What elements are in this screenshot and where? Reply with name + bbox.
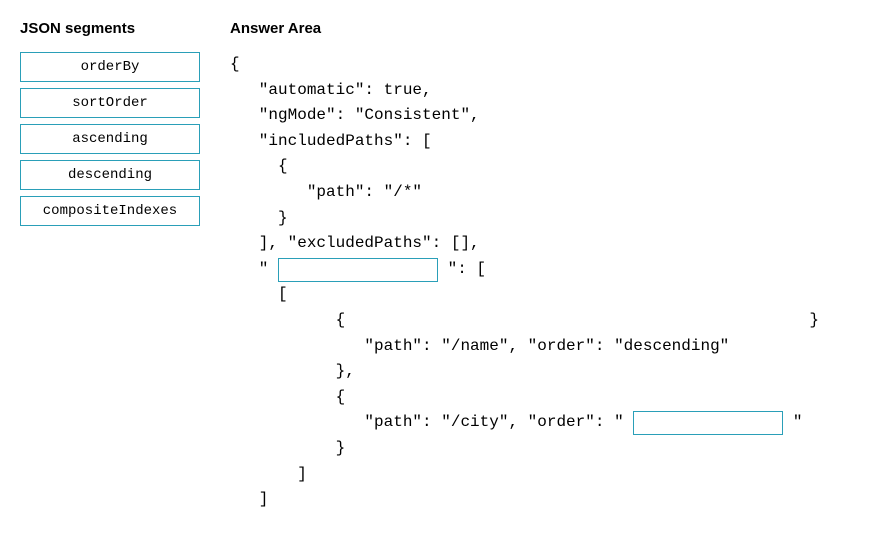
code-line: ], "excludedPaths": [],	[230, 231, 859, 257]
segment-descending[interactable]: descending	[20, 160, 200, 190]
drop-target-1[interactable]	[278, 258, 438, 282]
code-text: {	[230, 308, 345, 334]
drop-target-2[interactable]	[633, 411, 783, 435]
json-segments-panel: JSON segments orderBy sortOrder ascendin…	[20, 20, 200, 513]
segment-sortorder[interactable]: sortOrder	[20, 88, 200, 118]
code-line: ]	[230, 462, 859, 488]
code-line: },	[230, 359, 859, 385]
answer-heading: Answer Area	[230, 20, 859, 37]
code-text: "	[230, 257, 278, 283]
code-line: }	[230, 206, 859, 232]
code-line: {	[230, 385, 859, 411]
code-line-drop-1: " ": [	[230, 257, 859, 283]
code-line: { }	[230, 308, 859, 334]
code-line: "automatic": true,	[230, 78, 859, 104]
code-line: }	[230, 436, 859, 462]
code-line: [	[230, 282, 859, 308]
code-line-drop-2: "path": "/city", "order": " "	[230, 410, 859, 436]
code-block: { "automatic": true, "ngMode": "Consiste…	[230, 52, 859, 513]
segment-orderby[interactable]: orderBy	[20, 52, 200, 82]
code-text: "path": "/city", "order": "	[230, 410, 633, 436]
code-text: "	[783, 410, 802, 436]
segment-compositeindexes[interactable]: compositeIndexes	[20, 196, 200, 226]
code-text: }	[809, 308, 819, 334]
code-line: {	[230, 154, 859, 180]
code-line: "path": "/*"	[230, 180, 859, 206]
code-line: {	[230, 52, 859, 78]
answer-area-panel: Answer Area { "automatic": true, "ngMode…	[230, 20, 859, 513]
code-line: "path": "/name", "order": "descending"	[230, 334, 859, 360]
code-text: ": [	[438, 257, 486, 283]
code-line: "includedPaths": [	[230, 129, 859, 155]
segment-ascending[interactable]: ascending	[20, 124, 200, 154]
code-line: "ngMode": "Consistent",	[230, 103, 859, 129]
code-line: ]	[230, 487, 859, 513]
segments-heading: JSON segments	[20, 20, 200, 37]
